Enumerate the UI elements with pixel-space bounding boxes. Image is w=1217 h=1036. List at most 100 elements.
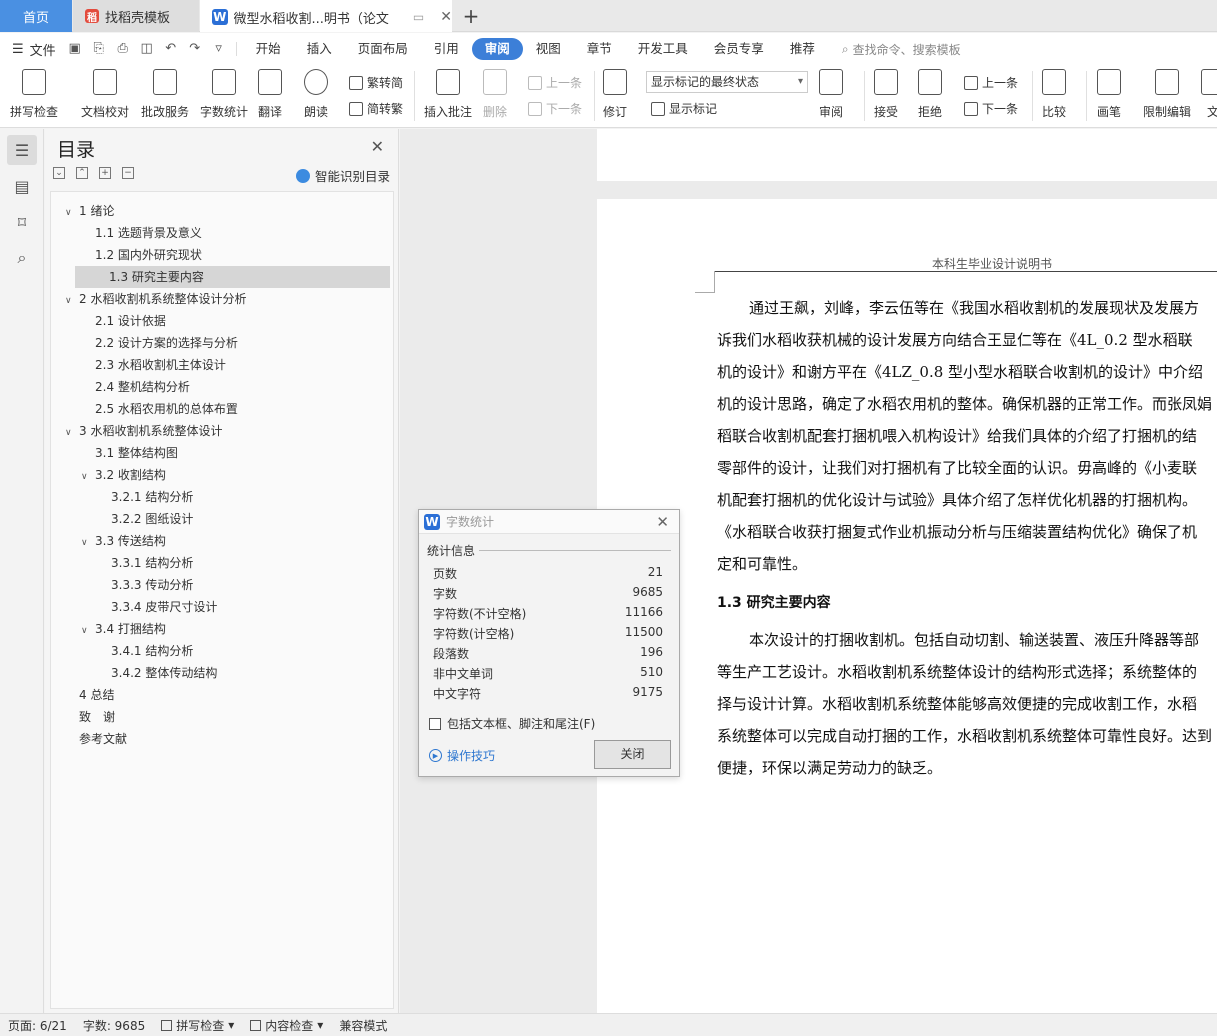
- compare-button[interactable]: 比较: [1042, 69, 1066, 120]
- search-icon[interactable]: ⌕: [7, 243, 37, 273]
- toc-item[interactable]: 3.3.3 传动分析: [51, 574, 193, 596]
- toc-item[interactable]: 4 总结: [51, 684, 114, 706]
- close-icon[interactable]: ✕: [656, 513, 669, 531]
- toc-item[interactable]: 2.3 水稻收割机主体设计: [51, 354, 226, 376]
- redo-icon[interactable]: ↷: [188, 42, 202, 56]
- show-markup-button[interactable]: 显示标记: [651, 100, 717, 117]
- toc-item[interactable]: 3.3.1 结构分析: [51, 552, 193, 574]
- menu-view[interactable]: 视图: [523, 38, 574, 60]
- document-page[interactable]: 本科生毕业设计说明书 通过王飙，刘峰，李云伍等在《我国水稻收割机的发展现状及发展…: [597, 199, 1217, 1013]
- toc-item[interactable]: ∨ 2 水稻收割机系统整体设计分析: [51, 288, 246, 310]
- toc-item[interactable]: 致 谢: [51, 706, 115, 728]
- trad-to-simp-button[interactable]: 繁转简: [349, 74, 403, 91]
- prev-comment-button[interactable]: 上一条: [528, 74, 582, 91]
- save-icon[interactable]: ▣: [68, 42, 82, 56]
- plus-icon[interactable]: +: [99, 167, 111, 179]
- collapse-up-icon[interactable]: ⌃: [76, 167, 88, 179]
- undo-icon[interactable]: ↶: [164, 42, 178, 56]
- menu-recommend[interactable]: 推荐: [777, 38, 828, 60]
- toc-item[interactable]: 3.4.1 结构分析: [51, 640, 193, 662]
- insert-comment-button[interactable]: 插入批注: [424, 69, 472, 120]
- toc-item[interactable]: ∨ 3.4 打捆结构: [51, 618, 166, 640]
- review-pane-button[interactable]: 审阅: [819, 69, 843, 120]
- translate-button[interactable]: 翻译: [258, 69, 282, 120]
- print-icon[interactable]: ⎙: [116, 42, 130, 56]
- delete-comment-button[interactable]: 删除: [483, 69, 507, 120]
- toc-item[interactable]: 2.2 设计方案的选择与分析: [51, 332, 238, 354]
- toc-item[interactable]: 1.1 选题背景及意义: [51, 222, 202, 244]
- toc-item[interactable]: 2.4 整机结构分析: [51, 376, 190, 398]
- new-tab-button[interactable]: +: [459, 0, 483, 32]
- pen-button[interactable]: 画笔: [1097, 69, 1121, 120]
- track-changes-button[interactable]: 修订: [603, 69, 627, 120]
- accept-button[interactable]: 接受: [874, 69, 898, 120]
- markup-state-select[interactable]: 显示标记的最终状态: [646, 71, 808, 93]
- word-count-button[interactable]: 字数统计: [200, 69, 248, 120]
- read-aloud-button[interactable]: 朗读: [304, 69, 328, 120]
- restrict-edit-button[interactable]: 限制编辑: [1143, 69, 1191, 120]
- menu-start[interactable]: 开始: [243, 38, 294, 60]
- chevron-down-icon[interactable]: ∨: [81, 532, 95, 554]
- doc-permission-button[interactable]: 文: [1201, 69, 1217, 120]
- content-check-status[interactable]: 内容检查 ▾: [242, 1017, 331, 1034]
- toc-item[interactable]: 3.4.2 整体传动结构: [51, 662, 217, 684]
- menu-member[interactable]: 会员专享: [701, 38, 777, 60]
- doc-proof-button[interactable]: 文档校对: [81, 69, 129, 120]
- spell-check-button[interactable]: 拼写检查: [10, 69, 58, 120]
- simp-to-trad-button[interactable]: 简转繁: [349, 100, 403, 117]
- stat-label: 非中文单词: [433, 667, 494, 681]
- tab-document[interactable]: W 微型水稻收割...明书（论文） ▭ ✕: [200, 0, 452, 32]
- toc-item[interactable]: ∨ 3 水稻收割机系统整体设计: [51, 420, 222, 442]
- reject-button[interactable]: 拒绝: [918, 69, 942, 120]
- tab-template[interactable]: 稻 找稻壳模板: [73, 0, 199, 32]
- close-icon[interactable]: ✕: [371, 137, 384, 156]
- tips-link[interactable]: ▶ 操作技巧: [429, 747, 495, 764]
- toc-item[interactable]: 2.1 设计依据: [51, 310, 166, 332]
- chevron-down-icon[interactable]: ∨: [65, 202, 79, 224]
- chapter-nav-icon[interactable]: ▤: [7, 171, 37, 201]
- page-indicator[interactable]: 页面: 6/21: [0, 1017, 75, 1034]
- toc-item[interactable]: ∨ 1 绪论: [51, 200, 114, 222]
- chevron-down-icon[interactable]: ∨: [81, 466, 95, 488]
- toc-item[interactable]: ∨ 3.3 传送结构: [51, 530, 166, 552]
- toc-item[interactable]: 3.3.4 皮带尺寸设计: [51, 596, 217, 618]
- include-textbox-checkbox[interactable]: 包括文本框、脚注和尾注(F): [429, 715, 595, 732]
- toc-item[interactable]: 1.3 研究主要内容: [75, 266, 390, 288]
- command-search[interactable]: ⌕ 查找命令、搜索模板: [842, 41, 961, 58]
- revise-service-button[interactable]: 批改服务: [141, 69, 189, 120]
- menu-section[interactable]: 章节: [574, 38, 625, 60]
- customize-icon[interactable]: ▿: [212, 42, 226, 56]
- export-icon[interactable]: ⎘: [92, 42, 106, 56]
- toc-item[interactable]: ∨ 3.2 收割结构: [51, 464, 166, 486]
- chevron-down-icon[interactable]: ∨: [65, 422, 79, 444]
- toc-item[interactable]: 1.2 国内外研究现状: [51, 244, 202, 266]
- toc-item[interactable]: 参考文献: [51, 728, 127, 750]
- prev-revision-button[interactable]: 上一条: [964, 74, 1018, 91]
- menu-developer[interactable]: 开发工具: [625, 38, 701, 60]
- minus-icon[interactable]: −: [122, 167, 134, 179]
- menu-review[interactable]: 审阅: [471, 38, 523, 60]
- tab-home[interactable]: 首页: [0, 0, 72, 32]
- print-preview-icon[interactable]: ◫: [140, 42, 154, 56]
- toc-panel-icon[interactable]: ☰: [7, 135, 37, 165]
- chevron-down-icon[interactable]: ∨: [81, 620, 95, 642]
- spell-check-status[interactable]: 拼写检查 ▾: [153, 1017, 242, 1034]
- word-count-indicator[interactable]: 字数: 9685: [75, 1017, 153, 1034]
- menu-page-layout[interactable]: 页面布局: [345, 38, 421, 60]
- toc-item[interactable]: 3.1 整体结构图: [51, 442, 178, 464]
- window-icon[interactable]: ▭: [413, 10, 424, 24]
- smart-toc-button[interactable]: 智能识别目录: [295, 166, 390, 185]
- expand-down-icon[interactable]: ⌄: [53, 167, 65, 179]
- menu-references[interactable]: 引用: [421, 38, 472, 60]
- bookmark-icon[interactable]: ⌑: [7, 207, 37, 237]
- toc-item[interactable]: 3.2.2 图纸设计: [51, 508, 193, 530]
- file-menu[interactable]: ☰ 文件: [0, 40, 68, 59]
- menu-insert[interactable]: 插入: [294, 38, 345, 60]
- toc-item[interactable]: 3.2.1 结构分析: [51, 486, 193, 508]
- next-comment-button[interactable]: 下一条: [528, 100, 582, 117]
- close-button[interactable]: 关闭: [594, 740, 671, 769]
- chevron-down-icon[interactable]: ∨: [65, 290, 79, 312]
- close-tab-icon[interactable]: ✕: [440, 9, 452, 25]
- next-revision-button[interactable]: 下一条: [964, 100, 1018, 117]
- toc-item[interactable]: 2.5 水稻农用机的总体布置: [51, 398, 238, 420]
